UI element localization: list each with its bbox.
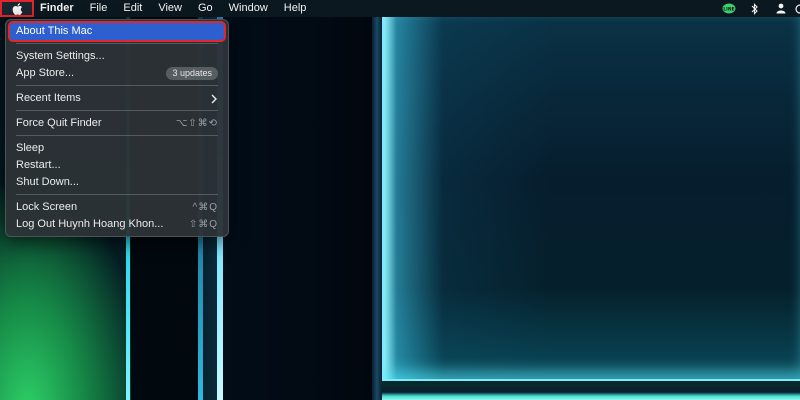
keyboard-shortcut: ⌥⇧⌘⟲: [175, 118, 218, 129]
menu-edit[interactable]: Edit: [115, 0, 150, 17]
menu-item-label: Shut Down...: [16, 176, 79, 188]
menu-item-lock-screen[interactable]: Lock Screen ^⌘Q: [10, 199, 224, 216]
menu-separator: [16, 85, 218, 86]
apple-menu-button[interactable]: [0, 0, 34, 17]
menu-item-sleep[interactable]: Sleep: [10, 140, 224, 157]
bluetooth-icon[interactable]: [742, 0, 768, 17]
wallpaper-divider: [372, 17, 382, 400]
menu-item-recent-items[interactable]: Recent Items: [10, 90, 224, 107]
menu-item-restart[interactable]: Restart...: [10, 157, 224, 174]
wallpaper-dark-panel: [223, 17, 373, 400]
user-icon[interactable]: [768, 0, 794, 17]
menu-separator: [16, 110, 218, 111]
menu-item-label: Log Out Huynh Hoang Khon...: [16, 218, 164, 230]
menu-item-label: Sleep: [16, 142, 45, 154]
menu-help[interactable]: Help: [276, 0, 315, 17]
menu-item-about-this-mac[interactable]: About This Mac: [8, 21, 226, 42]
keyboard-shortcut: ⇧⌘Q: [188, 219, 218, 230]
menu-bar: Finder File Edit View Go Window Help LIN…: [0, 0, 800, 17]
menu-view[interactable]: View: [150, 0, 190, 17]
menu-item-log-out[interactable]: Log Out Huynh Hoang Khon... ⇧⌘Q: [10, 216, 224, 233]
menu-item-app-store[interactable]: App Store... 3 updates: [10, 65, 224, 82]
wallpaper-bottom-strip: [382, 387, 800, 400]
menu-window[interactable]: Window: [221, 0, 276, 17]
wallpaper-glow-frame: [382, 17, 800, 381]
line-app-icon[interactable]: LINE: [716, 0, 742, 17]
status-area: LINE: [716, 0, 800, 17]
updates-badge: 3 updates: [166, 67, 218, 80]
menu-item-label: System Settings...: [16, 50, 105, 62]
menu-item-force-quit[interactable]: Force Quit Finder ⌥⇧⌘⟲: [10, 115, 224, 132]
menu-item-shut-down[interactable]: Shut Down...: [10, 174, 224, 191]
menu-item-label: Restart...: [16, 159, 61, 171]
chevron-right-icon: [211, 94, 217, 103]
apple-logo-icon: [12, 2, 22, 15]
menu-item-label: Recent Items: [16, 92, 81, 104]
menu-item-system-settings[interactable]: System Settings...: [10, 48, 224, 65]
menu-item-label: Force Quit Finder: [16, 117, 102, 129]
svg-text:LINE: LINE: [723, 6, 734, 12]
menu-separator: [16, 135, 218, 136]
keyboard-shortcut: ^⌘Q: [192, 202, 218, 213]
menu-go[interactable]: Go: [190, 0, 221, 17]
menu-finder[interactable]: Finder: [34, 0, 82, 17]
apple-menu-dropdown: About This Mac System Settings... App St…: [5, 19, 229, 237]
menu-item-label: Lock Screen: [16, 201, 78, 213]
menu-item-label: App Store...: [16, 67, 75, 79]
status-overflow-icon: [794, 0, 800, 17]
menu-item-label: About This Mac: [16, 25, 93, 37]
menu-file[interactable]: File: [82, 0, 116, 17]
menu-separator: [16, 43, 218, 44]
menu-separator: [16, 194, 218, 195]
